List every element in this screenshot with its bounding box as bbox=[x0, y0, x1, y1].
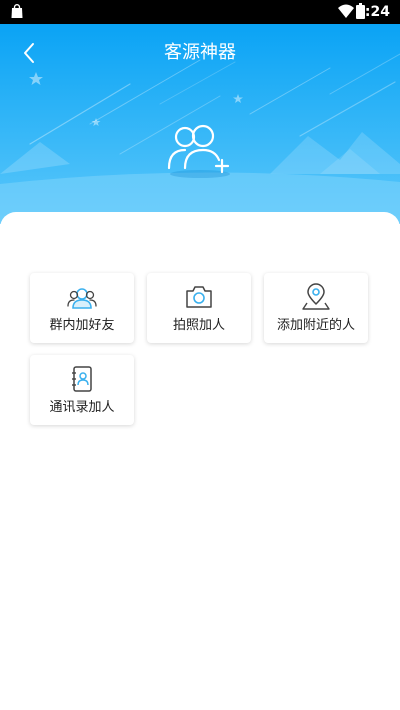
status-time: 8:24 bbox=[355, 4, 390, 20]
add-nearby-people-label: 添加附近的人 bbox=[276, 318, 355, 333]
photo-add-button[interactable]: 拍照加人 bbox=[147, 273, 251, 343]
contacts-add-button[interactable]: 通讯录加人 bbox=[30, 355, 134, 425]
status-bar: 8:24 bbox=[0, 0, 400, 24]
add-user-icon bbox=[167, 124, 230, 174]
shopping-bag-icon bbox=[11, 4, 23, 18]
add-nearby-people-button[interactable]: 添加附近的人 bbox=[264, 273, 368, 343]
content-panel: 群内加好友 拍照加人 添加附近的人 通讯录加人 bbox=[0, 212, 400, 710]
location-pin-icon bbox=[302, 283, 330, 310]
camera-icon bbox=[186, 286, 212, 308]
page-title: 客源神器 bbox=[164, 42, 236, 63]
wifi-icon bbox=[338, 4, 354, 18]
contacts-add-label: 通讯录加人 bbox=[49, 400, 115, 415]
photo-add-label: 拍照加人 bbox=[172, 318, 225, 333]
contacts-book-icon bbox=[72, 366, 92, 392]
group-users-icon bbox=[67, 288, 97, 309]
group-add-friends-button[interactable]: 群内加好友 bbox=[30, 273, 134, 343]
group-add-friends-label: 群内加好友 bbox=[49, 318, 115, 333]
header-banner: 客源神器 bbox=[0, 24, 400, 224]
app-screen: 8:24 客源神器 群内加好友 拍照加人 添加附近的人 通讯录加人 bbox=[0, 0, 400, 710]
